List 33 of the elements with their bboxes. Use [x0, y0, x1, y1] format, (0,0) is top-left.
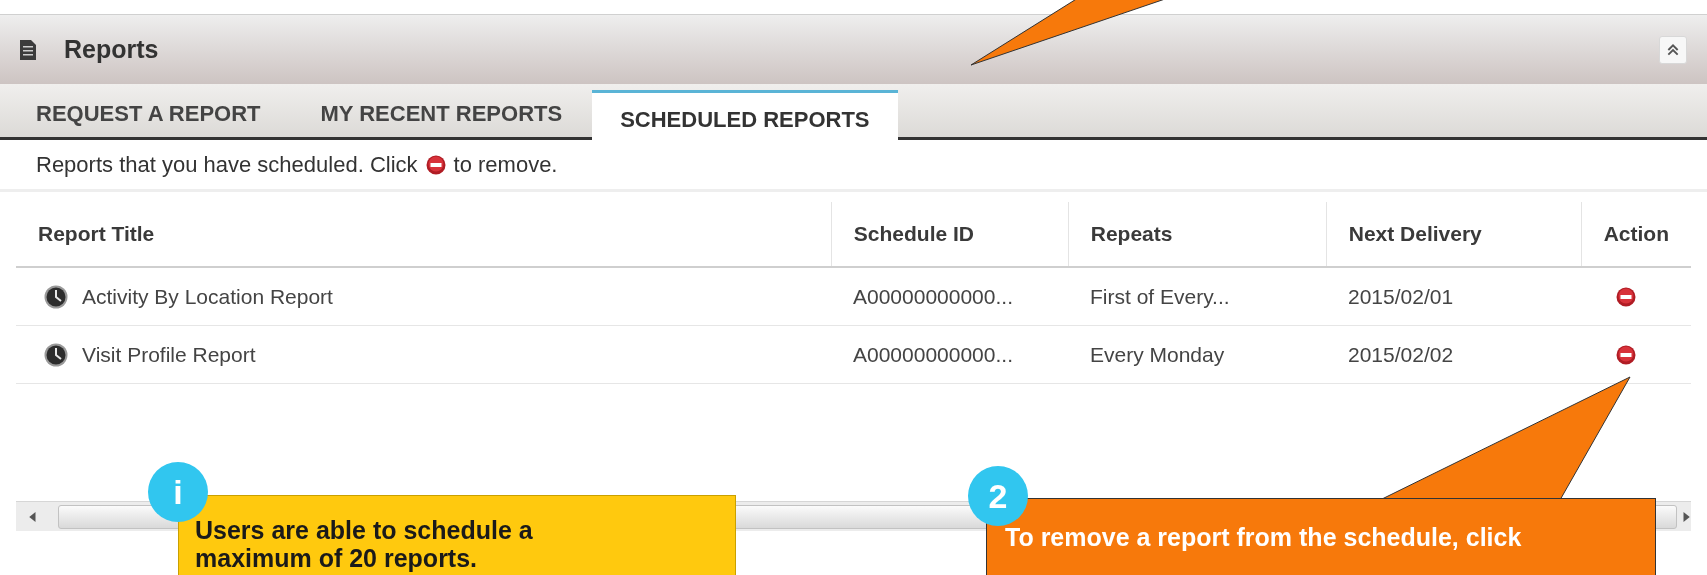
intro-text: to remove. — [453, 151, 558, 179]
badge-tooltip: 2 — [968, 466, 1028, 526]
intro-text: Reports that you have scheduled. Click — [36, 151, 418, 179]
tab[interactable]: REQUEST A REPORT — [6, 95, 291, 137]
table-cell-text: Visit Profile Report — [82, 341, 256, 368]
right-arrow-icon[interactable] — [1681, 511, 1691, 522]
double-chevron-up-icon — [1666, 42, 1680, 57]
left-arrow-icon[interactable] — [28, 511, 38, 522]
table-cell-text: 2015/02/02 — [1348, 341, 1454, 368]
column-header: Report Title — [37, 221, 156, 248]
tab[interactable]: SCHEDULED REPORTS — [592, 90, 898, 140]
column-header: Repeats — [1067, 202, 1326, 266]
callout-text: maximum of 20 reports. — [195, 544, 479, 572]
remove-icon — [425, 154, 446, 175]
panel-title: Reports — [64, 33, 159, 65]
table-cell-text: A00000000000... — [853, 283, 1013, 310]
table-cell-text: First of Every... — [1090, 283, 1230, 310]
column-header: Next Delivery — [1325, 202, 1581, 266]
clock-icon — [44, 342, 68, 367]
tab[interactable]: MY RECENT REPORTS — [290, 95, 593, 137]
column-header: Schedule ID — [830, 202, 1068, 266]
callout-text: To remove a report from the schedule, click — [1005, 523, 1523, 551]
remove-button[interactable] — [1616, 344, 1636, 365]
clock-icon — [44, 284, 68, 309]
table-cell-text: Activity By Location Report — [82, 283, 333, 310]
column-header: Action — [1580, 202, 1691, 266]
table-cell-text: Every Monday — [1090, 341, 1225, 368]
badge-tooltip: i — [148, 462, 208, 522]
table-cell-text: 2015/02/01 — [1348, 283, 1454, 310]
remove-button[interactable] — [1616, 286, 1636, 307]
table-cell-text: A00000000000... — [853, 341, 1013, 368]
document-icon — [20, 39, 36, 60]
collapse-button[interactable] — [1659, 35, 1687, 64]
